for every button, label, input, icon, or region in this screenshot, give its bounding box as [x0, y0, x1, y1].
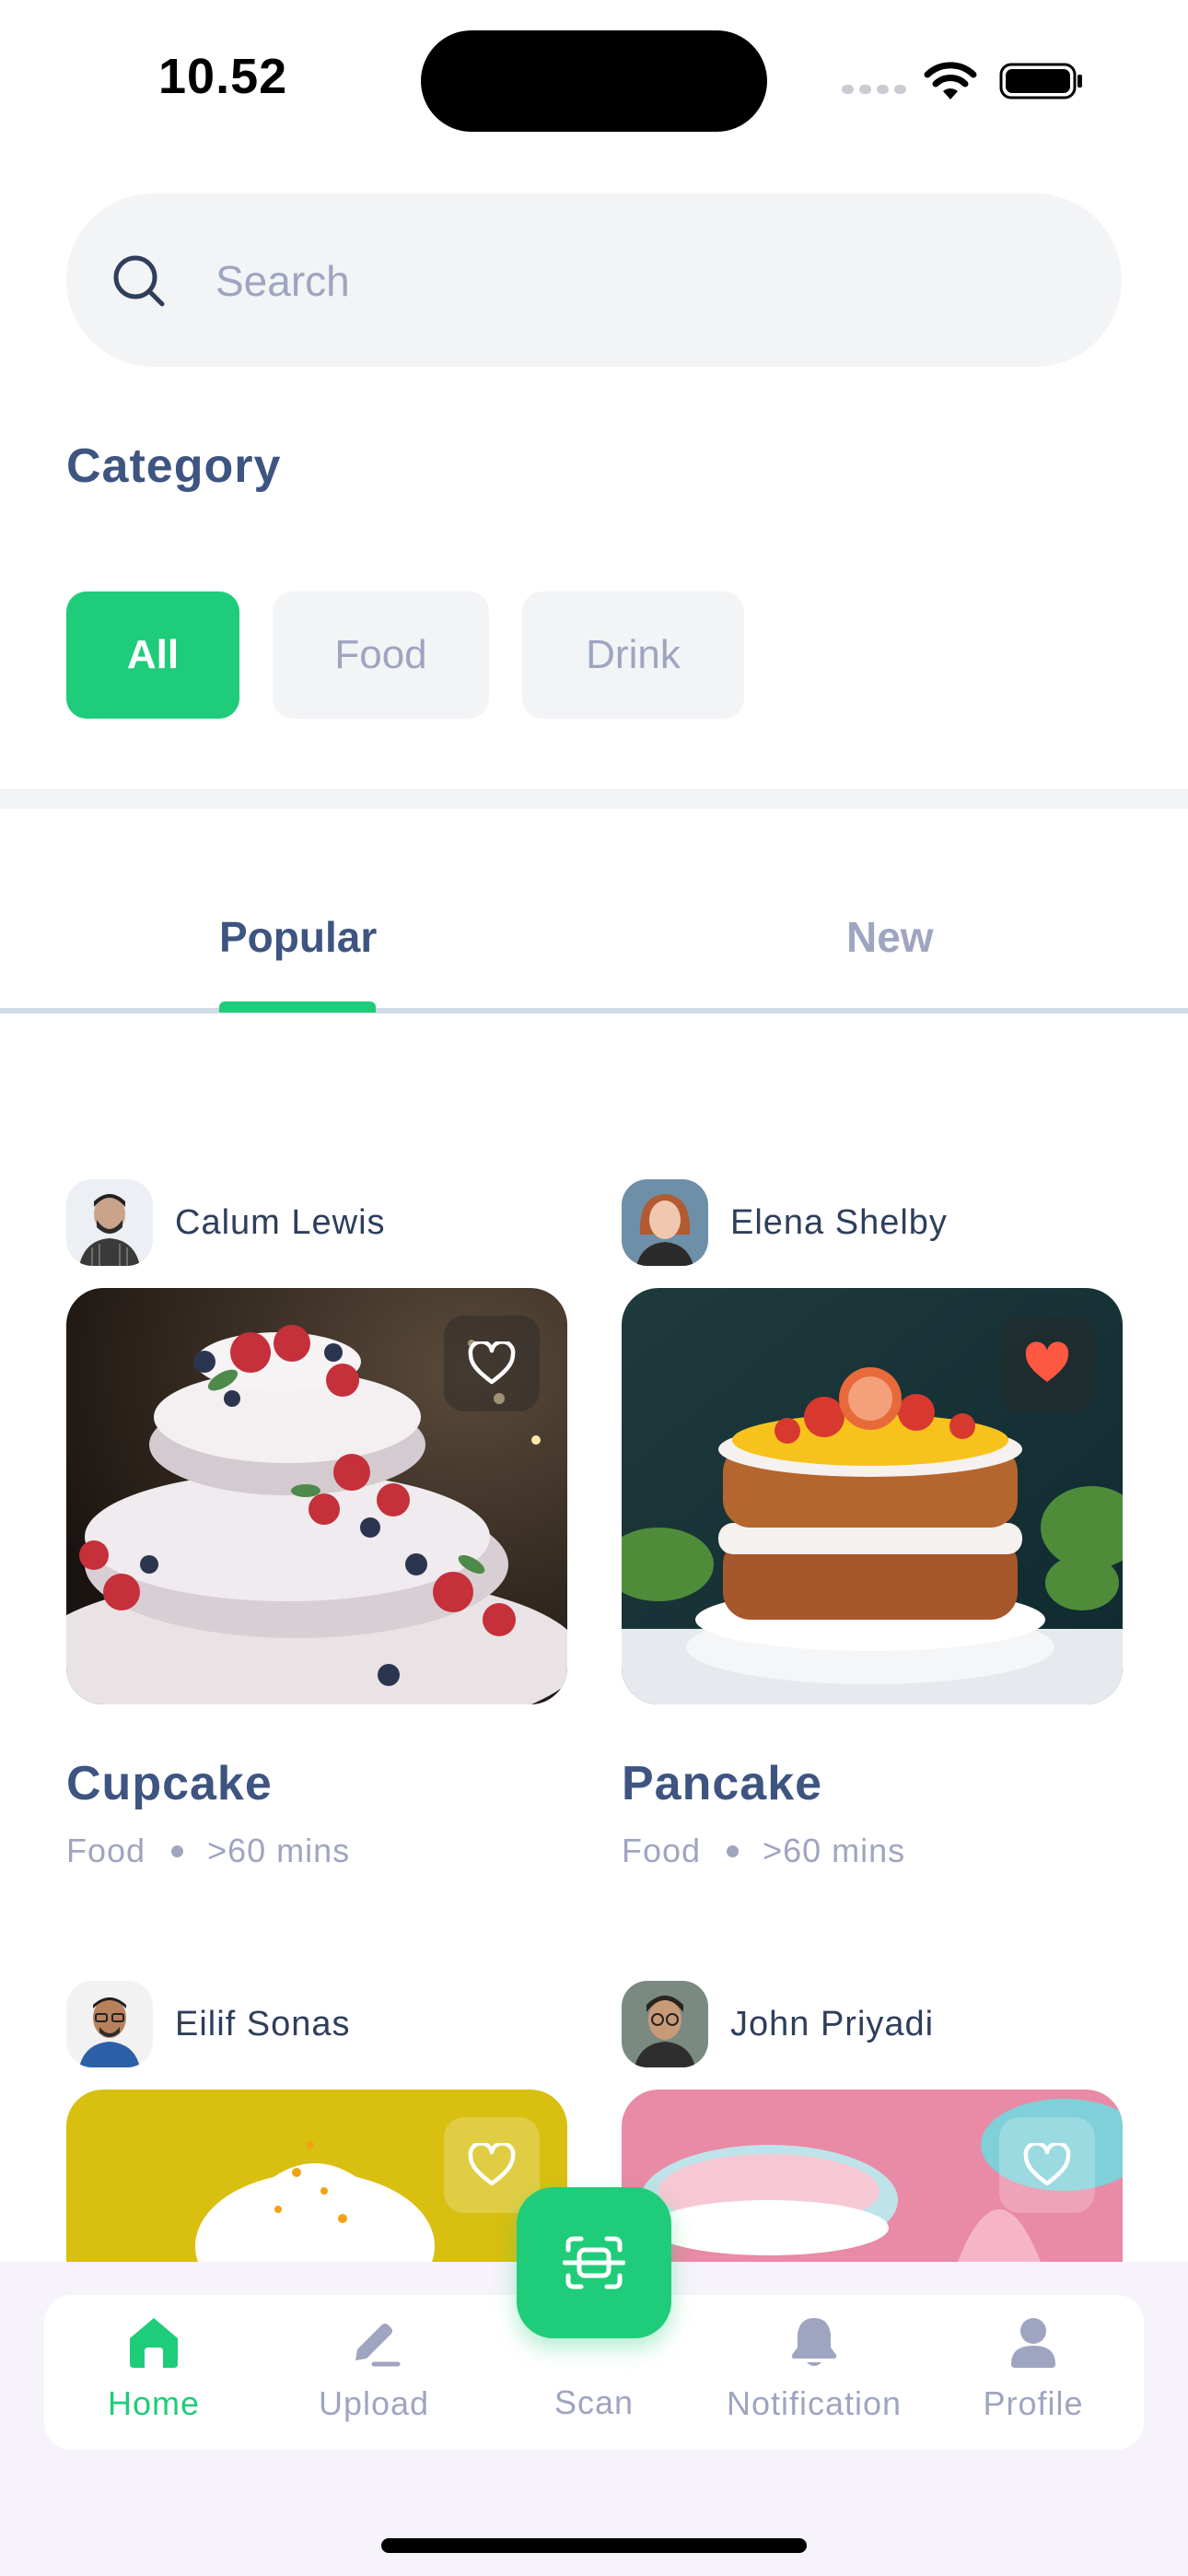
search-input[interactable]: [215, 251, 1044, 311]
tab-new[interactable]: New: [846, 912, 934, 962]
nav-scan[interactable]: Scan: [493, 2371, 695, 2453]
heart-icon: [1025, 1341, 1069, 1382]
heart-icon: [1023, 2143, 1071, 2186]
nav-profile-label: Profile: [983, 2384, 1084, 2422]
chip-drink[interactable]: Drink: [522, 591, 744, 719]
recipe-image[interactable]: [622, 1288, 1123, 1704]
nav-upload-label: Upload: [318, 2384, 430, 2422]
recipe-category: Food: [66, 1832, 146, 1869]
wifi-icon: [924, 62, 977, 100]
tab-active-indicator: [219, 1001, 376, 1013]
recipe-category: Food: [622, 1832, 702, 1869]
avatar: [622, 1981, 708, 2067]
cellular-signal-icon: [842, 85, 906, 94]
recipe-author[interactable]: John Priyadi: [622, 1981, 934, 2067]
recipe-title: Pancake: [622, 1757, 823, 1810]
pencil-icon: [355, 2324, 401, 2367]
user-icon: [1011, 2318, 1055, 2368]
author-name: Eilif Sonas: [175, 2004, 351, 2043]
recipe-time: >60 mins: [763, 1832, 906, 1869]
avatar: [66, 1981, 153, 2067]
status-bar: 10.52: [0, 0, 1188, 157]
category-title: Category: [66, 439, 282, 493]
favorite-button[interactable]: [999, 2117, 1095, 2213]
home-icon: [130, 2318, 178, 2368]
recipe-image[interactable]: [66, 1288, 567, 1704]
tab-popular[interactable]: Popular: [219, 912, 377, 962]
recipe-author[interactable]: Eilif Sonas: [66, 1981, 351, 2067]
author-name: Calum Lewis: [175, 1202, 386, 1242]
recipe-meta: Food >60 mins: [66, 1832, 350, 1870]
recipe-title: Cupcake: [66, 1757, 273, 1810]
recipe-author[interactable]: Elena Shelby: [622, 1179, 948, 1266]
recipe-author[interactable]: Calum Lewis: [66, 1179, 386, 1266]
recipe-card[interactable]: John Priyadi: [622, 1981, 1123, 2262]
avatar: [622, 1179, 708, 1266]
dynamic-island: [421, 30, 767, 132]
nav-home[interactable]: Home: [52, 2313, 255, 2451]
chip-all[interactable]: All: [66, 591, 239, 719]
nav-home-label: Home: [107, 2384, 201, 2422]
search-icon: [113, 255, 165, 307]
heart-icon: [468, 2143, 516, 2186]
scan-icon: [563, 2236, 625, 2289]
scan-button[interactable]: [517, 2187, 671, 2338]
home-indicator: [381, 2538, 807, 2553]
battery-icon: [999, 63, 1082, 100]
favorite-button[interactable]: [999, 1316, 1095, 1411]
bell-icon: [791, 2318, 837, 2366]
section-divider: [0, 789, 1188, 809]
recipe-card[interactable]: Eilif Sonas: [66, 1981, 567, 2262]
meta-separator: [171, 1844, 184, 1857]
avatar: [66, 1179, 153, 1266]
recipe-time: >60 mins: [207, 1832, 351, 1869]
nav-notification-label: Notification: [726, 2384, 903, 2422]
nav-profile[interactable]: Profile: [932, 2313, 1135, 2451]
meta-separator: [727, 1844, 740, 1857]
nav-notification[interactable]: Notification: [713, 2313, 915, 2451]
recipe-image[interactable]: [66, 2090, 567, 2262]
nav-scan-label: Scan: [553, 2383, 635, 2421]
tab-underline: [0, 1008, 1188, 1013]
heart-icon: [468, 1341, 516, 1385]
author-name: John Priyadi: [730, 2004, 935, 2043]
nav-upload[interactable]: Upload: [273, 2313, 475, 2451]
author-name: Elena Shelby: [730, 1202, 948, 1242]
recipe-image[interactable]: [622, 2090, 1123, 2262]
status-time: 10.52: [158, 49, 288, 104]
recipe-meta: Food >60 mins: [622, 1832, 905, 1870]
favorite-button[interactable]: [444, 1316, 540, 1411]
chip-food[interactable]: Food: [273, 591, 489, 719]
